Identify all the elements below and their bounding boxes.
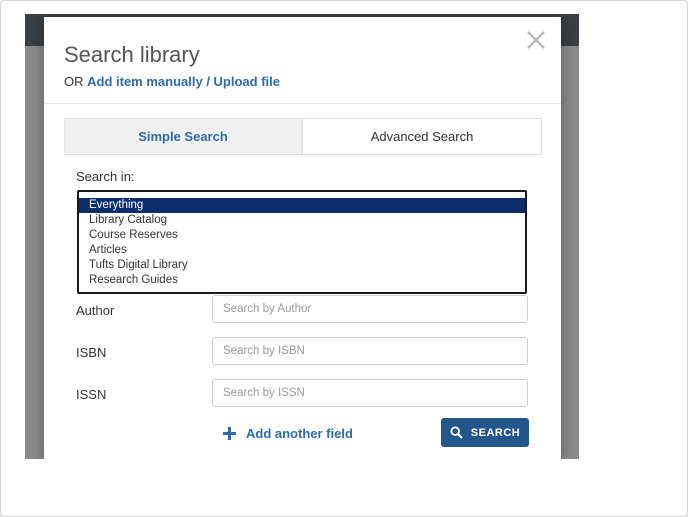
- search-icon: [450, 426, 463, 439]
- tab-advanced-search[interactable]: Advanced Search: [302, 118, 542, 154]
- author-field[interactable]: [212, 295, 528, 323]
- issn-label: ISSN: [76, 387, 107, 402]
- search-button[interactable]: SEARCH: [441, 418, 529, 447]
- tab-simple-search[interactable]: Simple Search: [64, 118, 302, 154]
- search-library-modal: Search library OR Add item manually / Up…: [44, 17, 561, 459]
- subtitle-prefix: OR: [64, 74, 84, 89]
- add-item-manually-link[interactable]: Add item manually: [87, 74, 203, 89]
- close-button[interactable]: [525, 29, 547, 51]
- option-course-reserves[interactable]: Course Reserves: [79, 228, 525, 243]
- modal-title: Search library: [64, 42, 200, 67]
- option-research-guides[interactable]: Research Guides: [79, 273, 525, 288]
- isbn-field[interactable]: [212, 337, 528, 365]
- author-label: Author: [76, 303, 115, 318]
- option-everything[interactable]: Everything: [79, 198, 525, 213]
- app-viewport: Search library OR Add item manually / Up…: [25, 14, 579, 459]
- issn-field[interactable]: [212, 379, 528, 407]
- option-articles[interactable]: Articles: [79, 243, 525, 258]
- link-separator: /: [202, 74, 214, 89]
- upload-file-link[interactable]: Upload file: [214, 74, 280, 89]
- option-tufts-digital-library[interactable]: Tufts Digital Library: [79, 258, 525, 273]
- search-button-label: SEARCH: [470, 426, 521, 439]
- search-in-label: Search in:: [76, 169, 135, 184]
- header-divider: [44, 103, 561, 104]
- tab-panel-border: [64, 154, 542, 155]
- modal-subtitle: OR Add item manually / Upload file: [64, 74, 280, 89]
- add-another-field-button[interactable]: Add another field: [223, 426, 353, 441]
- search-in-listbox[interactable]: Everything Library Catalog Course Reserv…: [77, 190, 527, 294]
- option-library-catalog[interactable]: Library Catalog: [79, 213, 525, 228]
- close-icon: [527, 31, 545, 49]
- plus-icon: [223, 427, 236, 440]
- isbn-label: ISBN: [76, 345, 107, 360]
- screenshot-frame: Search library OR Add item manually / Up…: [0, 0, 688, 517]
- add-another-field-label: Add another field: [246, 426, 353, 441]
